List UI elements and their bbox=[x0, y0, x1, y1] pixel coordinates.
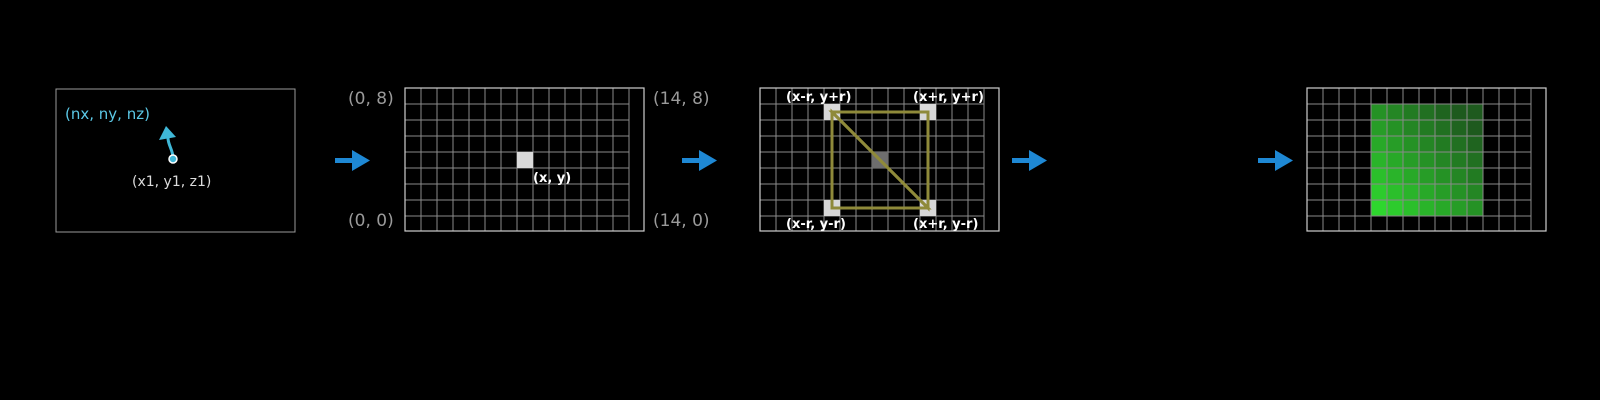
shaded-cell bbox=[1387, 168, 1403, 184]
shaded-cell bbox=[1371, 168, 1387, 184]
arrow-right-icon bbox=[1258, 150, 1293, 171]
shaded-cell bbox=[1467, 120, 1483, 136]
shaded-cell bbox=[1371, 136, 1387, 152]
shaded-cell bbox=[1467, 136, 1483, 152]
shaded-cell bbox=[1403, 168, 1419, 184]
shaded-cell bbox=[1435, 104, 1451, 120]
corner-label-bottom-right: (14, 0) bbox=[653, 211, 710, 231]
shaded-cell bbox=[1371, 104, 1387, 120]
shaded-cell bbox=[1419, 104, 1435, 120]
shaded-cell bbox=[1371, 200, 1387, 216]
shaded-region bbox=[1371, 104, 1483, 216]
corner-label-bottom-right: (x+r, y-r) bbox=[913, 217, 978, 232]
corner-label-top-right: (14, 8) bbox=[653, 89, 710, 109]
shaded-cell bbox=[1451, 136, 1467, 152]
shaded-cell bbox=[1467, 200, 1483, 216]
surface-point-panel: (nx, ny, nz) (x1, y1, z1) bbox=[55, 88, 296, 233]
shaded-cell bbox=[1419, 120, 1435, 136]
corner-label-top-left: (0, 8) bbox=[348, 89, 394, 109]
shaded-cell bbox=[1419, 184, 1435, 200]
shaded-cell bbox=[1371, 120, 1387, 136]
shaded-cell bbox=[1419, 168, 1435, 184]
shaded-result-panel bbox=[1306, 87, 1547, 232]
shaded-cell bbox=[1419, 152, 1435, 168]
shaded-cell bbox=[1371, 184, 1387, 200]
arrow-right-icon bbox=[335, 150, 370, 171]
corner-label-bottom-left: (0, 0) bbox=[348, 211, 394, 231]
shaded-cell bbox=[1435, 136, 1451, 152]
triangle-sampling-panel: (x-r, y+r) (x+r, y+r) (x-r, y-r) (x+r, y… bbox=[759, 87, 1000, 232]
pipeline-diagram: (nx, ny, nz) (x1, y1, z1) (x, y) (0, 8) … bbox=[55, 87, 1547, 233]
shaded-cell bbox=[1403, 184, 1419, 200]
corner-label-top-left: (x-r, y+r) bbox=[786, 90, 851, 105]
shaded-cell bbox=[1387, 200, 1403, 216]
shaded-cell bbox=[1467, 152, 1483, 168]
normal-vector-icon bbox=[159, 126, 176, 159]
arrow-right-icon bbox=[682, 150, 717, 171]
shaded-cell bbox=[1451, 168, 1467, 184]
shaded-cell bbox=[1467, 104, 1483, 120]
shaded-cell bbox=[1451, 120, 1467, 136]
arrow-right-icon bbox=[1012, 150, 1047, 171]
shaded-cell bbox=[1435, 184, 1451, 200]
shaded-cell bbox=[1451, 200, 1467, 216]
corner-label-top-right: (x+r, y+r) bbox=[913, 90, 984, 105]
shaded-cell bbox=[1403, 120, 1419, 136]
triangle-outline bbox=[828, 108, 932, 212]
shaded-cell bbox=[1403, 136, 1419, 152]
shaded-cell bbox=[1419, 200, 1435, 216]
normal-label: (nx, ny, nz) bbox=[65, 105, 150, 123]
shaded-cell bbox=[1435, 152, 1451, 168]
shaded-cell bbox=[1403, 104, 1419, 120]
shaded-cell bbox=[1387, 184, 1403, 200]
pixel-grid-panel: (x, y) (0, 8) (14, 8) (0, 0) (14, 0) bbox=[348, 87, 710, 232]
target-pixel bbox=[517, 152, 533, 168]
point-marker-icon bbox=[168, 154, 178, 164]
shaded-cell bbox=[1387, 136, 1403, 152]
shaded-cell bbox=[1451, 104, 1467, 120]
shaded-cell bbox=[1467, 184, 1483, 200]
pixel-label: (x, y) bbox=[533, 171, 571, 186]
shaded-cell bbox=[1387, 152, 1403, 168]
shaded-cell bbox=[1387, 104, 1403, 120]
shaded-cell bbox=[1451, 152, 1467, 168]
shaded-cell bbox=[1403, 152, 1419, 168]
shaded-cell bbox=[1419, 136, 1435, 152]
shaded-cell bbox=[1435, 120, 1451, 136]
shaded-cell bbox=[1435, 168, 1451, 184]
point-label: (x1, y1, z1) bbox=[132, 174, 211, 190]
shaded-cell bbox=[1403, 200, 1419, 216]
corner-label-bottom-left: (x-r, y-r) bbox=[786, 217, 846, 232]
shaded-cell bbox=[1451, 184, 1467, 200]
shaded-cell bbox=[1435, 200, 1451, 216]
shaded-cell bbox=[1467, 168, 1483, 184]
shaded-cell bbox=[1387, 120, 1403, 136]
shaded-cell bbox=[1371, 152, 1387, 168]
